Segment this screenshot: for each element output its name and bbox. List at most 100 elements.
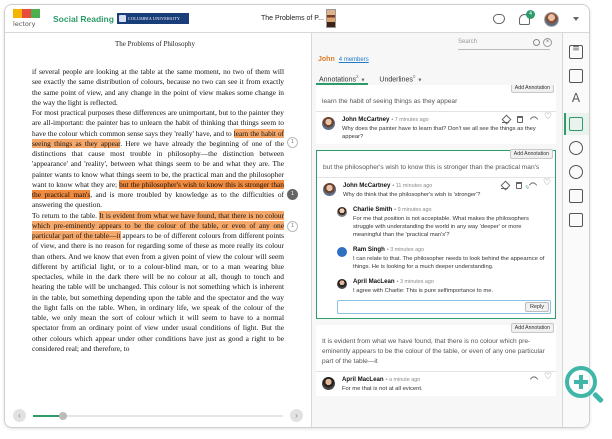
text-run: To return to the table. [32, 210, 100, 220]
close-icon[interactable]: × [543, 38, 552, 47]
font-glyph: A [571, 91, 581, 105]
members-link[interactable]: 4 members [339, 57, 369, 63]
tab-underlines[interactable]: Underlines0 ▼ [376, 71, 425, 85]
reply-icon[interactable] [529, 374, 539, 384]
heart-icon[interactable] [543, 178, 551, 189]
reader-paragraph[interactable]: if several people are looking at the tab… [32, 67, 284, 108]
members-icon[interactable] [569, 165, 583, 179]
panel-tabs: Annotations3 ▼ Underlines0 ▼ [316, 71, 425, 85]
search-field[interactable]: Search × [458, 38, 552, 50]
comment-author[interactable]: Charlie Smith [353, 206, 392, 213]
reader-pane: The Problems of Philosophy if several pe… [5, 33, 310, 427]
comment-time: • 7 minutes ago [391, 117, 429, 123]
annotation-marker[interactable]: 1 [287, 137, 298, 148]
zoom-handle [591, 391, 605, 404]
search-icon[interactable] [533, 39, 540, 46]
user-avatar[interactable] [544, 11, 559, 27]
reply-icon[interactable] [529, 114, 539, 124]
comment-time: • 11 minutes ago [392, 183, 433, 189]
tab-annotations[interactable]: Annotations3 ▼ [316, 71, 369, 85]
comment-header: Charlie Smith • 9 minutes ago [353, 206, 551, 213]
annotation-card[interactable]: Add Annotation but the philosopher's wis… [316, 149, 556, 319]
trash-icon[interactable] [517, 116, 523, 123]
university-logo: COLUMBIA UNIVERSITY [117, 13, 189, 24]
comment-author[interactable]: Ram Singh [353, 246, 385, 253]
avatar[interactable] [322, 117, 335, 130]
avatar[interactable] [337, 279, 347, 289]
group-name[interactable]: John [318, 56, 335, 63]
avatar[interactable] [323, 183, 336, 196]
text-run: if several people are looking at the tab… [32, 67, 284, 107]
avatar[interactable] [322, 377, 335, 390]
annotation-card[interactable]: Add Annotation It is evident from what w… [316, 323, 556, 396]
reader-paragraph[interactable]: To return to the table. It is evident fr… [32, 210, 284, 355]
annotation-marker[interactable]: 1 [287, 221, 298, 232]
comment-actions: 3 [501, 178, 551, 191]
add-annotation-button[interactable]: Add Annotation [510, 323, 554, 333]
comment-actions [529, 372, 552, 384]
comment-body: I can relate to that. The philosopher ne… [353, 256, 545, 270]
contents-icon[interactable]: ≡ [569, 44, 583, 59]
comments-icon[interactable] [569, 141, 583, 155]
comment-body: For me that position is not acceptable. … [353, 216, 529, 238]
edit-icon[interactable] [502, 116, 509, 123]
reply-icon[interactable]: 3 [525, 180, 538, 191]
progress-thumb[interactable] [59, 412, 67, 420]
comment-author[interactable]: April MacLean [342, 376, 384, 383]
heart-icon[interactable] [544, 112, 552, 123]
reader-paragraph[interactable]: For most practical purposes these differ… [32, 108, 285, 211]
notification-badge: 4 [526, 9, 535, 19]
progress-track[interactable] [33, 412, 283, 420]
list-glyph: ≡ [572, 44, 580, 54]
export-icon[interactable] [569, 213, 583, 227]
comment-time: • 9 minutes ago [394, 207, 432, 213]
annotation-marker[interactable]: 1 [287, 189, 298, 200]
reply-input[interactable]: Reply [337, 300, 551, 314]
avatar[interactable] [337, 207, 347, 217]
heart-icon[interactable] [544, 372, 552, 383]
annotation-list: Add Annotation learn the habit of seeing… [316, 85, 556, 425]
avatar[interactable] [337, 247, 347, 257]
comment-author[interactable]: John McCartney [343, 182, 390, 189]
logo-book-icon [13, 9, 22, 18]
comment-author[interactable]: John McCartney [342, 116, 389, 123]
reader-text[interactable]: if several people are looking at the tab… [32, 67, 285, 355]
logo-book-icon [22, 9, 31, 18]
reply-comment: Ram Singh • 3 minutes ago I can relate to… [317, 242, 555, 274]
lectory-logo[interactable]: lectory [13, 9, 53, 31]
comment-header: April MacLean • a minute ago [342, 376, 552, 383]
search-input[interactable]: Search [458, 39, 477, 45]
comment-time: • 3 minutes ago [396, 279, 434, 285]
chevron-down-icon[interactable] [573, 17, 579, 21]
edit-icon[interactable] [501, 182, 508, 189]
font-icon[interactable]: A [569, 91, 583, 107]
comment-author[interactable]: April MacLean [353, 278, 395, 285]
reply-button[interactable]: Reply [524, 302, 549, 312]
add-annotation-button[interactable]: Add Annotation [510, 85, 554, 93]
incognito-icon[interactable] [493, 14, 505, 24]
next-page-button[interactable]: › [290, 409, 303, 422]
previous-page-button[interactable]: ‹ [13, 409, 26, 422]
comment-body: I agree with Charlie: This is pure selfi… [353, 288, 494, 294]
groups-icon[interactable] [569, 69, 583, 83]
app-window: lectory Social Reading COLUMBIA UNIVERSI… [4, 4, 590, 428]
chevron-down-icon: ▼ [360, 77, 366, 84]
trash-icon[interactable] [516, 182, 522, 189]
zoom-in-icon[interactable] [565, 366, 605, 406]
comment: John McCartney • 11 minutes ago Why do th… [317, 178, 555, 202]
logo-book-icon [31, 9, 40, 18]
top-right-controls: 4 [493, 9, 579, 29]
notebook-icon[interactable] [569, 189, 583, 203]
comment: April MacLean • a minute ago For me that … [316, 372, 556, 396]
annotations-icon[interactable] [564, 113, 589, 135]
reader-title: The Problems of Philosophy [115, 40, 195, 48]
document-title[interactable]: The Problems of P... [261, 15, 324, 22]
comment-actions [502, 112, 552, 124]
tab-count: 3 [355, 74, 359, 79]
add-annotation-button[interactable]: Add Annotation [509, 149, 553, 159]
bell-icon[interactable]: 4 [519, 9, 535, 25]
annotation-panel: Search × John 4 members Annotations3 ▼ U… [311, 33, 563, 427]
book-cover-thumbnail[interactable] [326, 9, 336, 28]
comment-body: For me that is not at all evicent. [342, 386, 423, 392]
annotation-card[interactable]: Add Annotation learn the habit of seeing… [316, 85, 556, 144]
